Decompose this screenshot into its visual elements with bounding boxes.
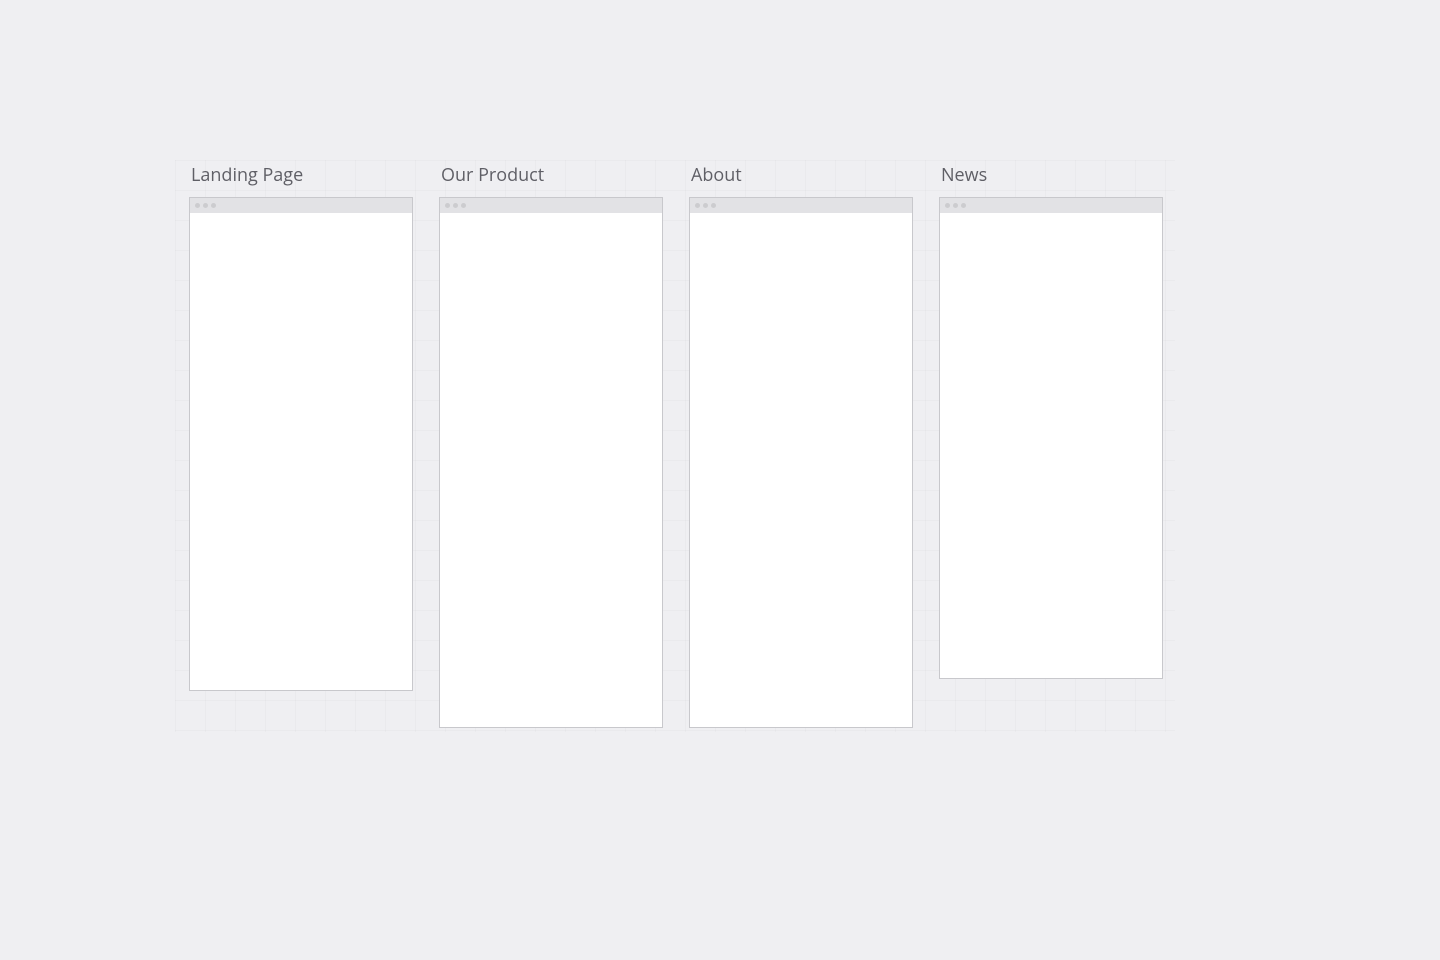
page-frame[interactable] [689,197,913,728]
page-column-about: About [689,163,913,728]
window-dot-icon [703,203,708,208]
window-dot-icon [211,203,216,208]
page-title[interactable]: About [689,163,913,187]
window-dot-icon [203,203,208,208]
frame-titlebar [440,197,662,213]
page-column-landing-page: Landing Page [189,163,413,728]
window-dot-icon [695,203,700,208]
window-dot-icon [195,203,200,208]
frame-titlebar [690,197,912,213]
window-dot-icon [945,203,950,208]
window-dot-icon [953,203,958,208]
page-column-news: News [939,163,1163,728]
window-dot-icon [961,203,966,208]
page-title[interactable]: News [939,163,1163,187]
window-dot-icon [453,203,458,208]
page-frame[interactable] [439,197,663,728]
window-dot-icon [445,203,450,208]
page-columns-container: Landing Page Our Product About [189,163,1163,728]
window-dot-icon [711,203,716,208]
frame-titlebar [940,197,1162,213]
page-column-our-product: Our Product [439,163,663,728]
page-frame[interactable] [939,197,1163,679]
page-title[interactable]: Our Product [439,163,663,187]
page-title[interactable]: Landing Page [189,163,413,187]
window-dot-icon [461,203,466,208]
page-frame[interactable] [189,197,413,691]
frame-titlebar [190,197,412,213]
